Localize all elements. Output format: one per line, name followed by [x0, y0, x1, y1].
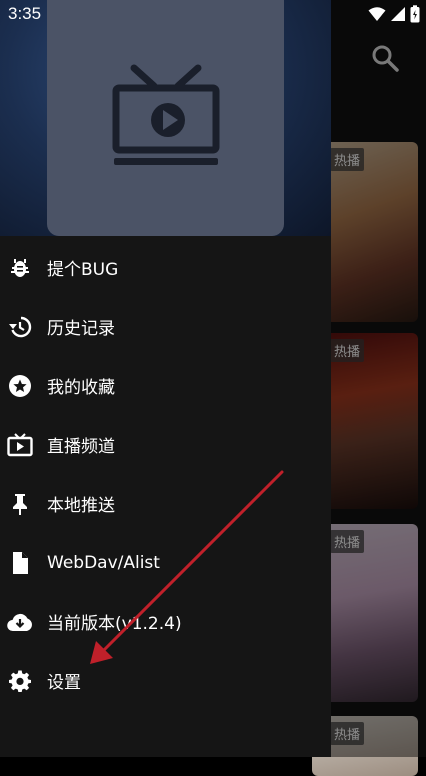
- menu-item-label: 提个BUG: [47, 260, 119, 280]
- menu-item-history[interactable]: 历史记录: [0, 297, 331, 356]
- menu-item-label: WebDav/Alist: [47, 552, 160, 573]
- gear-icon: [7, 668, 33, 694]
- status-time: 3:35: [8, 4, 42, 23]
- status-icons: [368, 5, 420, 23]
- menu-item-label: 直播频道: [47, 437, 115, 457]
- menu-item-label: 我的收藏: [47, 378, 115, 398]
- menu-item-local-push[interactable]: 本地推送: [0, 474, 331, 533]
- menu-item-webdav-alist[interactable]: WebDav/Alist: [0, 533, 331, 592]
- star-icon: [7, 373, 33, 399]
- bug-icon: [7, 255, 33, 281]
- menu-item-live-channels[interactable]: 直播频道: [0, 415, 331, 474]
- history-icon: [7, 314, 33, 340]
- menu-item-settings[interactable]: 设置: [0, 651, 331, 710]
- menu-item-report-bug[interactable]: 提个BUG: [0, 238, 331, 297]
- menu-item-favorites[interactable]: 我的收藏: [0, 356, 331, 415]
- status-bar: 3:35: [0, 0, 426, 30]
- signal-icon: [391, 7, 405, 21]
- navigation-drawer: 提个BUG 历史记录 我的收藏 直播频道 本地推送 WebDav/Alist 当…: [0, 0, 331, 757]
- menu-item-label: 历史记录: [47, 319, 115, 339]
- menu-item-label: 本地推送: [47, 496, 115, 516]
- drawer-menu: 提个BUG 历史记录 我的收藏 直播频道 本地推送 WebDav/Alist 当…: [0, 238, 331, 710]
- menu-item-version[interactable]: 当前版本(v1.2.4): [0, 592, 331, 651]
- menu-item-label: 当前版本(v1.2.4): [47, 614, 182, 634]
- drawer-header: [0, 0, 331, 236]
- tv-logo-icon: [112, 64, 220, 165]
- cloud-download-icon: [7, 609, 33, 635]
- wifi-icon: [368, 7, 386, 21]
- battery-icon: [410, 5, 420, 23]
- pin-icon: [7, 491, 33, 517]
- file-icon: [7, 550, 33, 576]
- live-tv-icon: [7, 432, 33, 458]
- menu-item-label: 设置: [47, 673, 81, 693]
